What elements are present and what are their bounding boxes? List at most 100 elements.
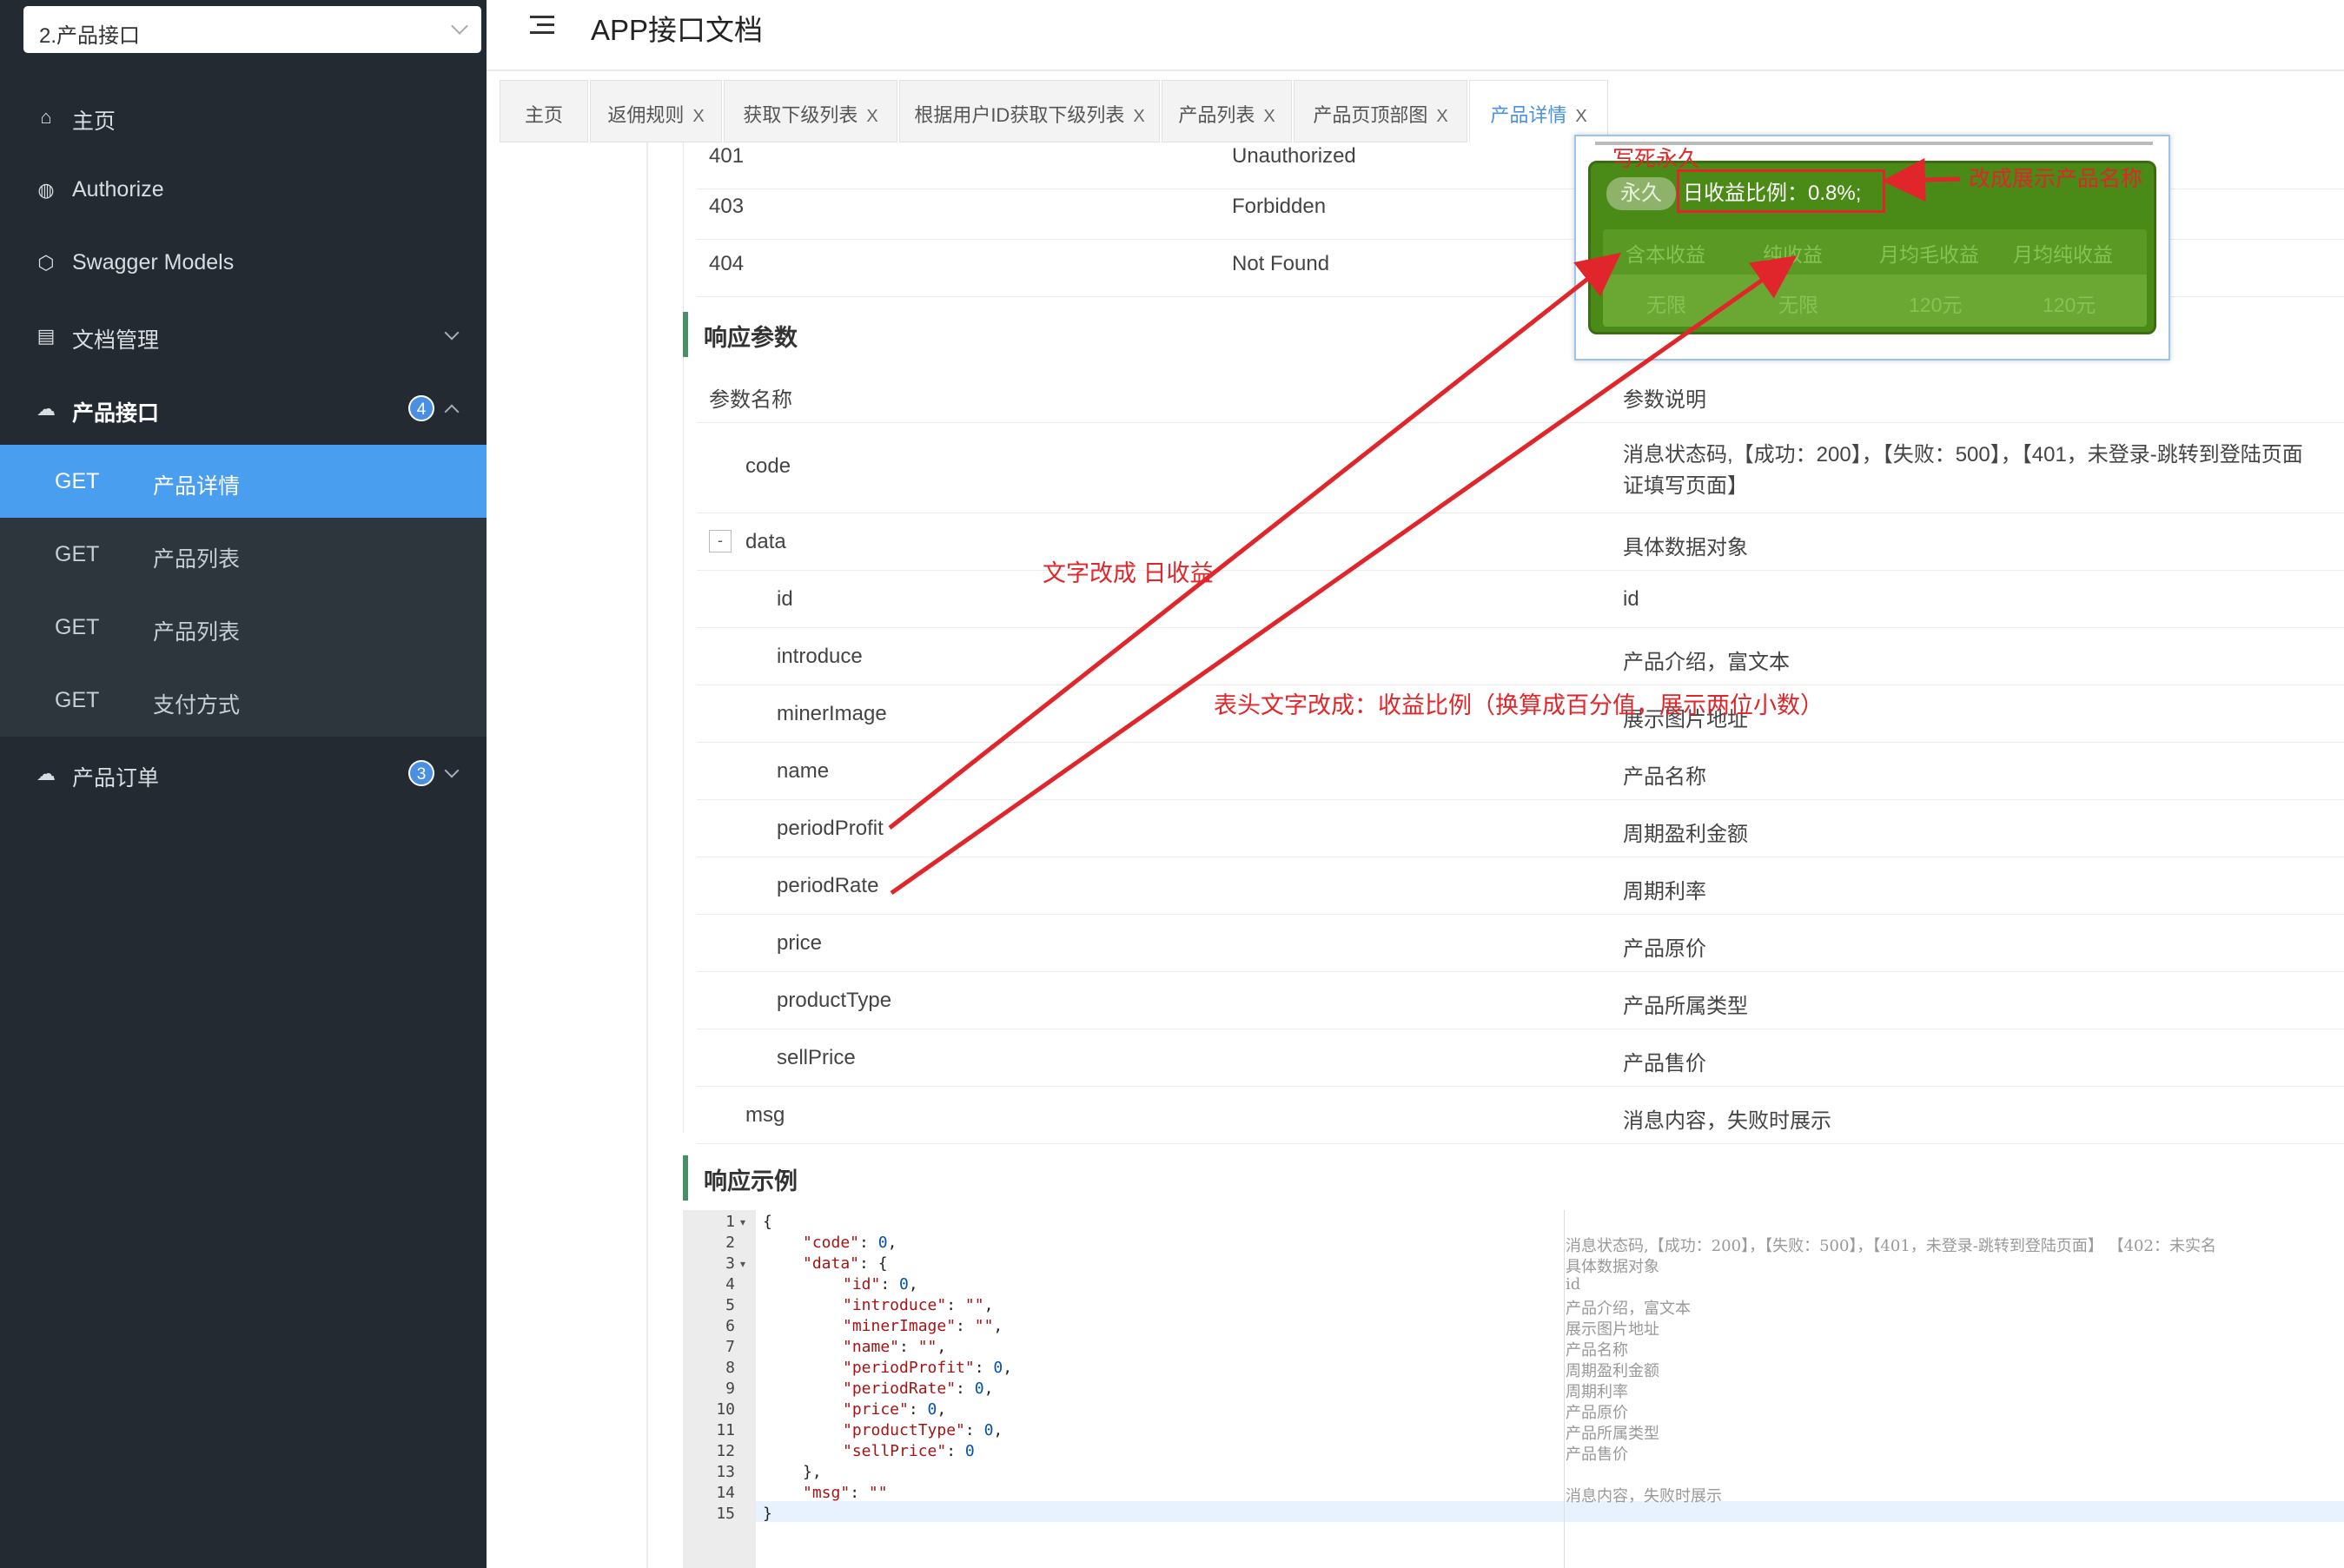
line-number: 1 bbox=[725, 1213, 735, 1231]
sidebar-item-doc-manage[interactable]: ▤ 文档管理 bbox=[0, 299, 487, 372]
sidebar-subitem-payment-method[interactable]: GET 支付方式 bbox=[0, 664, 487, 737]
sidebar-item-product-api[interactable]: ☁ 产品接口 4 bbox=[0, 372, 487, 445]
annotation-forever: 写死永久 bbox=[1612, 147, 1700, 171]
http-method: GET bbox=[55, 615, 100, 639]
sidebar-subitem-label: 产品列表 bbox=[153, 620, 241, 645]
active-line-highlight bbox=[756, 1501, 2344, 1522]
chevron-down-icon bbox=[451, 17, 468, 35]
cube-icon: ⬡ bbox=[37, 252, 55, 274]
table-row: price 产品原价 bbox=[697, 915, 2344, 972]
table-row: msg 消息内容，失败时展示 bbox=[697, 1087, 2344, 1144]
param-name: introduce bbox=[777, 645, 863, 668]
table-row: productType 产品所属类型 bbox=[697, 972, 2344, 1029]
param-name: data bbox=[745, 530, 786, 553]
profit-value: 无限 bbox=[1646, 294, 1686, 316]
group-select-value: 2.产品接口 bbox=[39, 24, 141, 48]
http-method: GET bbox=[55, 688, 100, 712]
close-icon[interactable]: X bbox=[1133, 107, 1144, 126]
json-key: "sellPrice" bbox=[843, 1442, 947, 1460]
sidebar-item-authorize[interactable]: ◍ Authorize bbox=[0, 153, 487, 226]
json-punct: , bbox=[993, 1421, 1003, 1439]
param-desc: 消息状态码,【成功：200】，【失败：500】，【401，未登录-跳转到登陆页面 bbox=[1623, 443, 2303, 466]
code-line: "id": 0, bbox=[843, 1275, 918, 1293]
menu-toggle-icon[interactable] bbox=[525, 12, 556, 38]
param-name-header: 参数名称 bbox=[709, 388, 792, 412]
table-row: name 产品名称 bbox=[697, 743, 2344, 800]
line-number: 7 bbox=[725, 1338, 735, 1356]
json-value: { bbox=[877, 1254, 888, 1273]
param-name: sellPrice bbox=[777, 1046, 856, 1069]
json-key: "productType" bbox=[843, 1421, 965, 1439]
sidebar-subitem-product-list-2[interactable]: GET 产品列表 bbox=[0, 591, 487, 664]
sidebar-subitem-label: 产品详情 bbox=[153, 474, 241, 499]
close-icon[interactable]: X bbox=[866, 107, 877, 126]
code-line: "msg": "" bbox=[803, 1484, 888, 1502]
group-select[interactable]: 2.产品接口 bbox=[23, 6, 481, 53]
code-comment: 产品售价 bbox=[1566, 1446, 1628, 1464]
json-value: 0 bbox=[964, 1442, 975, 1460]
json-key: "periodRate" bbox=[843, 1379, 957, 1398]
fold-toggle-icon[interactable]: ▾ bbox=[740, 1258, 745, 1270]
param-name: minerImage bbox=[777, 702, 887, 725]
document-icon: ▤ bbox=[36, 325, 56, 347]
close-icon[interactable]: X bbox=[1263, 107, 1275, 126]
line-number: 11 bbox=[716, 1421, 735, 1439]
code-comment: 产品介绍，富文本 bbox=[1566, 1300, 1691, 1318]
json-value: 0 bbox=[974, 1379, 984, 1398]
sidebar-item-label: 产品接口 bbox=[72, 401, 160, 426]
line-number: 15 bbox=[716, 1505, 735, 1523]
lock-icon: ◍ bbox=[37, 179, 55, 201]
table-row: periodRate 周期利率 bbox=[697, 857, 2344, 915]
line-number: 4 bbox=[725, 1275, 735, 1293]
param-name: periodProfit bbox=[777, 817, 884, 840]
json-punct: } bbox=[763, 1505, 772, 1523]
line-number: 5 bbox=[725, 1296, 735, 1314]
json-value: 0 bbox=[983, 1421, 994, 1439]
tab-home[interactable]: 主页 bbox=[500, 80, 588, 142]
status-message: Not Found bbox=[1232, 252, 1330, 275]
close-icon[interactable]: X bbox=[1436, 107, 1447, 126]
app-title: APP接口文档 bbox=[591, 14, 764, 46]
code-line: "productType": 0, bbox=[843, 1421, 1003, 1439]
sidebar-item-swagger-models[interactable]: ⬡ Swagger Models bbox=[0, 226, 487, 299]
param-desc: 产品介绍，富文本 bbox=[1623, 651, 1790, 674]
sidebar-subitem-product-list[interactable]: GET 产品列表 bbox=[0, 518, 487, 591]
top-header: APP接口文档 bbox=[487, 0, 2344, 71]
table-row: data 具体数据对象 bbox=[697, 513, 2344, 571]
param-name: price bbox=[777, 931, 823, 955]
json-value: 0 bbox=[899, 1275, 909, 1293]
sidebar-item-label: 文档管理 bbox=[72, 328, 160, 353]
param-desc: id bbox=[1623, 587, 1639, 611]
close-icon[interactable]: X bbox=[692, 107, 704, 126]
code-line: { bbox=[763, 1213, 772, 1231]
profit-col-header: 含本收益 bbox=[1626, 243, 1705, 266]
sidebar-item-label: 产品订单 bbox=[72, 766, 160, 791]
code-line: "minerImage": "", bbox=[843, 1317, 1003, 1335]
close-icon[interactable]: X bbox=[1575, 107, 1586, 126]
sidebar-item-product-order[interactable]: ☁ 产品订单 3 bbox=[0, 737, 487, 810]
content-gutter bbox=[499, 142, 648, 1568]
json-punct: , bbox=[908, 1275, 918, 1293]
profit-value: 120元 bbox=[2043, 294, 2096, 316]
json-key: "price" bbox=[843, 1400, 909, 1419]
sidebar-item-home[interactable]: ⌂ 主页 bbox=[0, 80, 487, 153]
line-number: 10 bbox=[716, 1400, 735, 1419]
collapse-toggle-button[interactable]: - bbox=[709, 530, 732, 552]
table-row: code 消息状态码,【成功：200】，【失败：500】，【401，未登录-跳转… bbox=[697, 423, 2344, 513]
fold-toggle-icon[interactable]: ▾ bbox=[740, 1216, 745, 1228]
json-key: "msg" bbox=[803, 1484, 851, 1502]
json-key: "introduce" bbox=[843, 1296, 947, 1314]
json-key: "data" bbox=[803, 1254, 860, 1273]
param-desc: 产品原价 bbox=[1623, 937, 1706, 961]
json-punct: , bbox=[1003, 1359, 1013, 1377]
annotation-product-name: 改成展示产品名称 bbox=[1969, 167, 2143, 191]
sidebar-item-label: 主页 bbox=[72, 109, 116, 134]
json-punct: , bbox=[993, 1317, 1003, 1335]
param-desc: 产品所属类型 bbox=[1623, 995, 1748, 1018]
sidebar-subitem-product-detail[interactable]: GET 产品详情 bbox=[0, 445, 487, 518]
param-name: msg bbox=[745, 1103, 785, 1127]
profit-col-header: 月均纯收益 bbox=[2013, 243, 2113, 266]
code-line: "data": { bbox=[803, 1254, 888, 1273]
home-icon: ⌂ bbox=[40, 106, 52, 128]
status-code: 403 bbox=[709, 195, 745, 218]
